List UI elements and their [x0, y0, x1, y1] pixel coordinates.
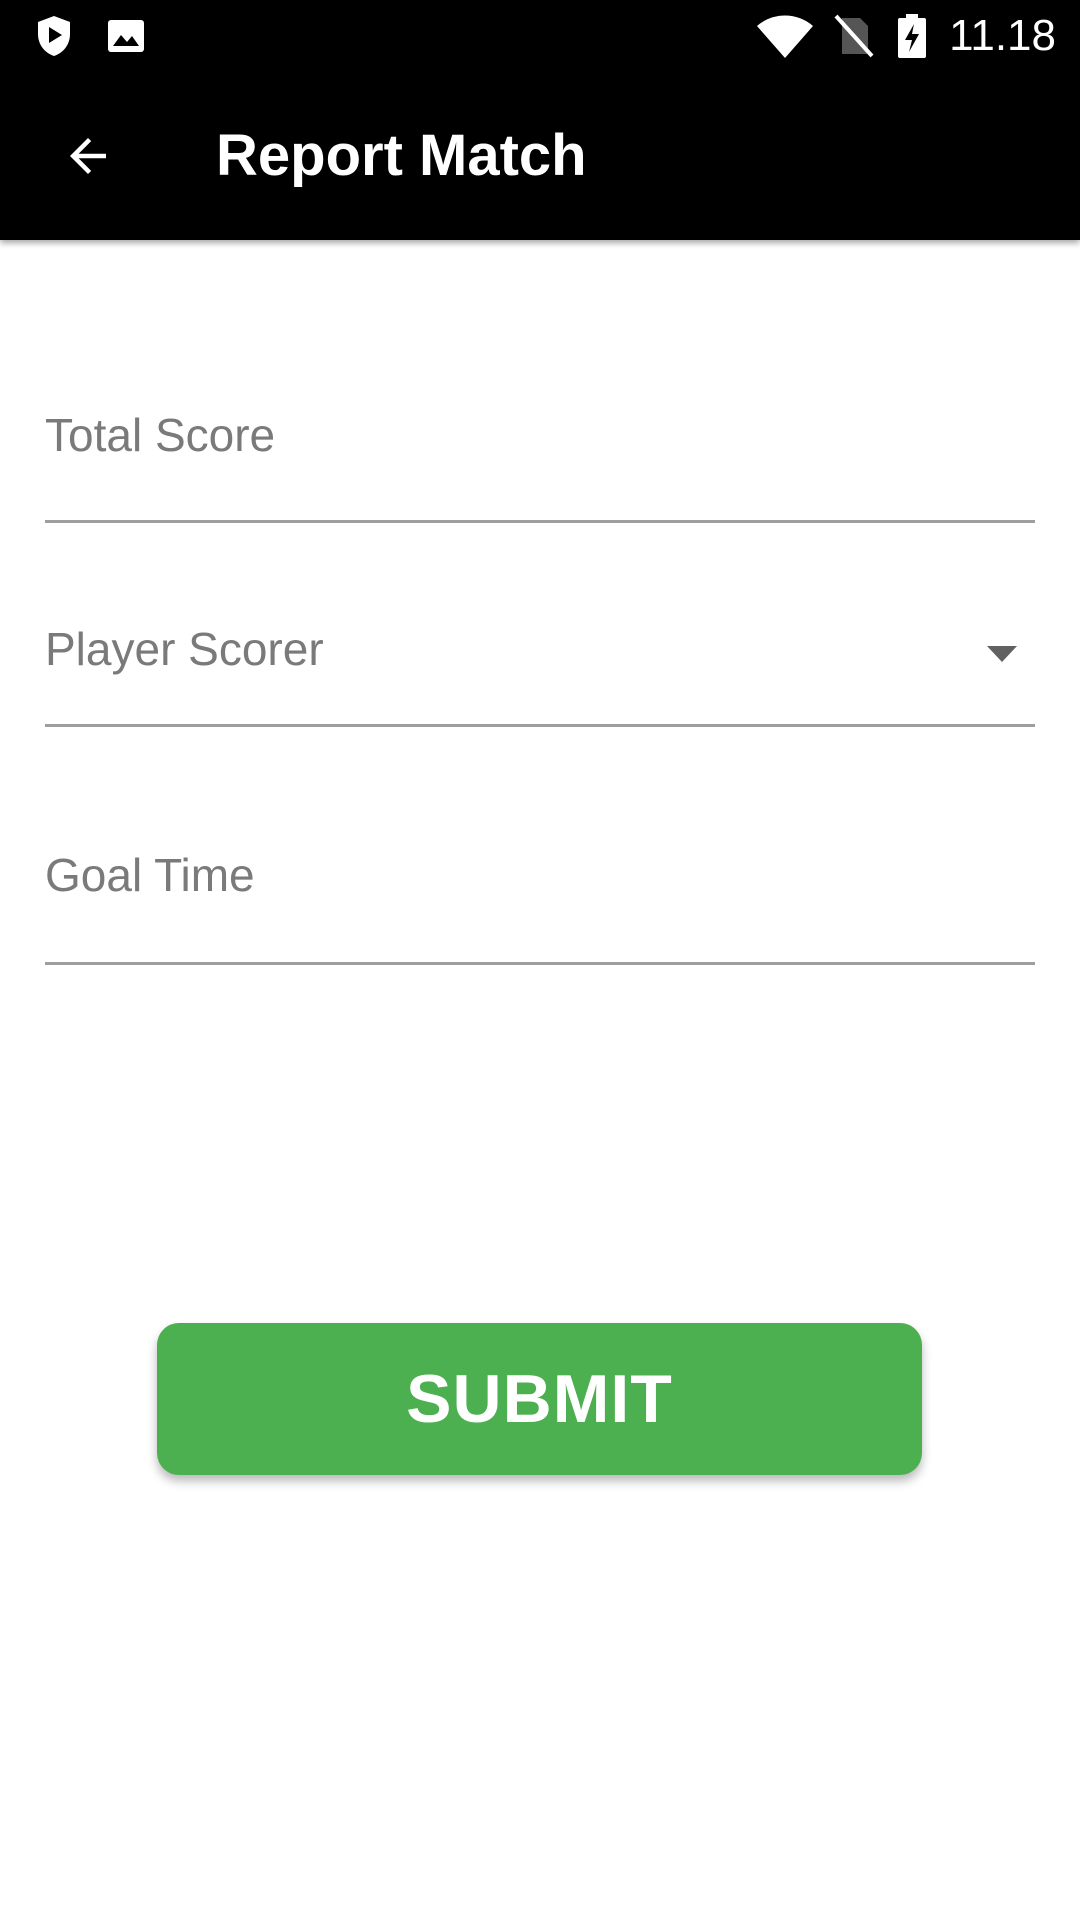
app-bar: Report Match — [0, 72, 1080, 240]
player-scorer-label: Player Scorer — [45, 623, 324, 675]
wifi-icon — [757, 15, 813, 58]
battery-charging-icon — [898, 14, 926, 58]
status-time: 11.18 — [949, 11, 1056, 60]
goal-time-input[interactable] — [45, 820, 1035, 930]
status-bar: 11.18 — [0, 0, 1080, 72]
no-sim-icon — [834, 14, 874, 58]
back-button[interactable] — [40, 108, 136, 204]
dropdown-arrow-icon — [987, 646, 1017, 662]
total-score-field — [45, 380, 1035, 523]
submit-button[interactable]: SUBMIT — [157, 1323, 922, 1475]
image-icon — [108, 20, 144, 52]
arrow-back-icon — [70, 138, 106, 174]
player-scorer-dropdown[interactable]: Player Scorer — [45, 600, 1035, 727]
shield-play-icon — [38, 16, 70, 56]
total-score-input[interactable] — [45, 380, 1035, 490]
goal-time-field — [45, 820, 1035, 965]
page-title: Report Match — [216, 123, 587, 188]
